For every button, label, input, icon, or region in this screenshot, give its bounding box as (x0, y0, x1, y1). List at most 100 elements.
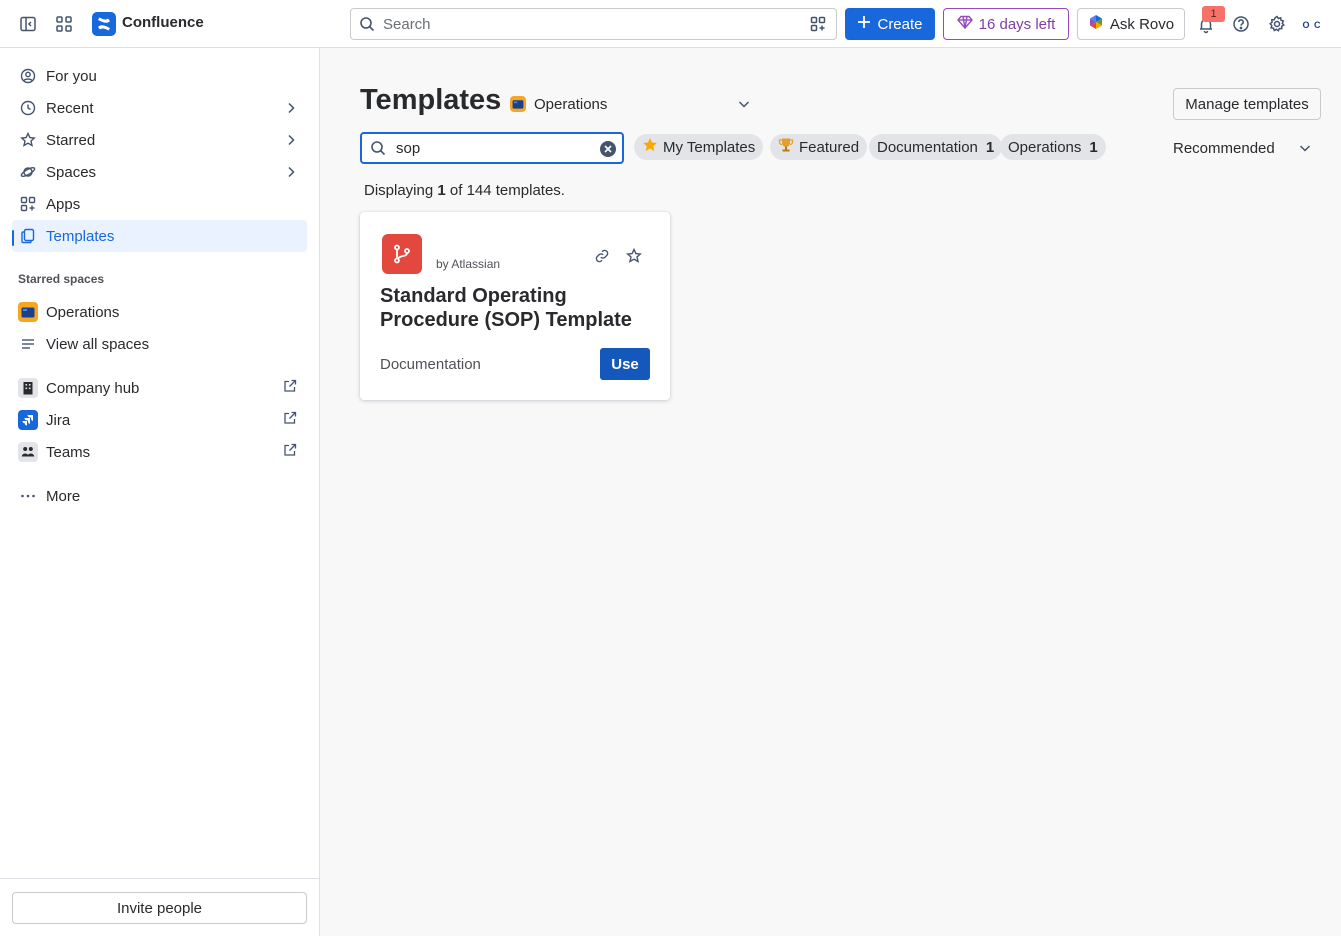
starred-spaces-heading: Starred spaces (18, 272, 105, 286)
chip-count: 1 (1089, 138, 1098, 156)
filter-chip-documentation[interactable]: Documentation 1 (869, 134, 1003, 160)
search-filter-icon[interactable] (810, 16, 828, 34)
sidebar-item-label: Teams (46, 443, 91, 461)
copy-link-icon[interactable] (592, 246, 612, 266)
sidebar-item-label: Spaces (46, 163, 97, 181)
chevron-right-icon[interactable] (283, 164, 299, 180)
filter-chip-my-templates[interactable]: My Templates (634, 134, 764, 160)
apps-icon (18, 194, 38, 214)
template-search-input[interactable] (396, 134, 586, 162)
templates-icon (18, 226, 38, 246)
sidebar-item-more[interactable]: More (12, 480, 307, 512)
main-content: Templates Operations Manage templates My… (320, 48, 1341, 936)
top-navigation-bar: Confluence Create 16 days left Ask Rovo … (0, 0, 1341, 48)
active-indicator (12, 230, 14, 246)
teams-icon (18, 442, 38, 462)
invite-people-button[interactable]: Invite people (12, 892, 307, 924)
template-search[interactable] (360, 132, 624, 164)
space-selector-value: Operations (534, 95, 608, 113)
count-shown: 1 (437, 182, 446, 199)
page-title: Templates (360, 84, 502, 116)
sidebar-toggle-icon[interactable] (16, 12, 40, 36)
planet-icon (18, 162, 38, 182)
confluence-logo-icon[interactable] (92, 12, 116, 36)
sidebar-item-label: Apps (46, 195, 81, 213)
sidebar-item-label: More (46, 487, 81, 505)
plus-icon (857, 15, 871, 33)
sidebar-item-label: Starred (46, 131, 96, 149)
template-category: Documentation (380, 356, 481, 373)
rovo-icon (1088, 14, 1104, 34)
sidebar-item-starred[interactable]: Starred (12, 124, 307, 156)
trophy-icon (778, 137, 794, 157)
create-label: Create (877, 15, 923, 33)
count-prefix: Displaying (364, 182, 434, 199)
sidebar-item-teams[interactable]: Teams (12, 436, 307, 468)
chevron-down-icon (1297, 140, 1313, 156)
sidebar-item-label: Company hub (46, 379, 140, 397)
star-icon[interactable] (624, 246, 644, 266)
sidebar-item-label: Recent (46, 99, 94, 117)
search-input[interactable] (383, 9, 803, 39)
rovo-label: Ask Rovo (1109, 15, 1175, 33)
app-switcher-icon[interactable] (52, 12, 76, 36)
app-name[interactable]: Confluence (122, 14, 204, 31)
jira-logo-icon (18, 410, 38, 430)
sort-dropdown[interactable]: Recommended (1173, 138, 1313, 158)
diamond-icon (956, 14, 973, 34)
sort-value: Recommended (1173, 139, 1275, 157)
star-filled-icon (642, 137, 658, 157)
sidebar-item-label: For you (46, 67, 97, 85)
external-link-icon (283, 443, 299, 459)
sidebar-space-operations[interactable]: Operations (12, 296, 307, 328)
user-avatar[interactable]: O C (1300, 13, 1324, 37)
use-template-button[interactable]: Use (600, 348, 650, 380)
building-icon (18, 378, 38, 398)
user-circle-icon (18, 66, 38, 86)
sidebar-footer: Invite people (0, 878, 319, 936)
create-button[interactable]: Create (845, 8, 935, 40)
chevron-down-icon (736, 96, 752, 112)
sidebar-item-label: View all spaces (46, 335, 150, 353)
sidebar-item-label: Jira (46, 411, 71, 429)
sidebar-item-view-all-spaces[interactable]: View all spaces (12, 328, 307, 360)
sidebar-item-label: Operations (46, 303, 120, 321)
chip-label: My Templates (663, 138, 756, 156)
chip-label: Operations (1008, 138, 1082, 156)
external-link-icon (283, 411, 299, 427)
ask-rovo-button[interactable]: Ask Rovo (1077, 8, 1185, 40)
search-icon (370, 140, 388, 158)
sidebar-item-apps[interactable]: Apps (12, 188, 307, 220)
sidebar-item-recent[interactable]: Recent (12, 92, 307, 124)
sidebar-item-jira[interactable]: Jira (12, 404, 307, 436)
trial-label: 16 days left (978, 15, 1056, 33)
help-icon[interactable] (1229, 12, 1253, 36)
space-selector[interactable]: Operations (510, 92, 752, 116)
sidebar-item-company-hub[interactable]: Company hub (12, 372, 307, 404)
filter-chip-operations[interactable]: Operations 1 (1000, 134, 1106, 160)
chevron-right-icon[interactable] (283, 100, 299, 116)
chip-label: Documentation (877, 138, 978, 156)
sidebar-item-spaces[interactable]: Spaces (12, 156, 307, 188)
template-card[interactable]: by Atlassian Standard Operating Procedur… (360, 212, 670, 400)
sidebar-item-for-you[interactable]: For you (12, 60, 307, 92)
count-suffix: of 144 templates. (449, 182, 565, 199)
manage-templates-button[interactable]: Manage templates (1173, 88, 1321, 120)
star-icon (18, 130, 38, 150)
settings-gear-icon[interactable] (1265, 12, 1289, 36)
operations-space-icon (18, 302, 38, 322)
trial-button[interactable]: 16 days left (943, 8, 1069, 40)
notification-count-badge: 1 (1202, 6, 1225, 22)
sidebar-item-label: Templates (46, 227, 115, 245)
list-icon (18, 334, 38, 354)
clear-search-icon[interactable] (599, 140, 617, 158)
branch-icon (382, 234, 422, 274)
chip-label: Featured (799, 138, 860, 156)
sidebar: For you Recent Starred Spaces Apps Templ… (0, 48, 320, 936)
template-title[interactable]: Standard Operating Procedure (SOP) Templ… (380, 284, 650, 332)
more-dots-icon (18, 486, 38, 506)
filter-chip-featured[interactable]: Featured (770, 134, 868, 160)
sidebar-item-templates[interactable]: Templates (12, 220, 307, 252)
global-search[interactable] (350, 8, 837, 40)
chevron-right-icon[interactable] (283, 132, 299, 148)
